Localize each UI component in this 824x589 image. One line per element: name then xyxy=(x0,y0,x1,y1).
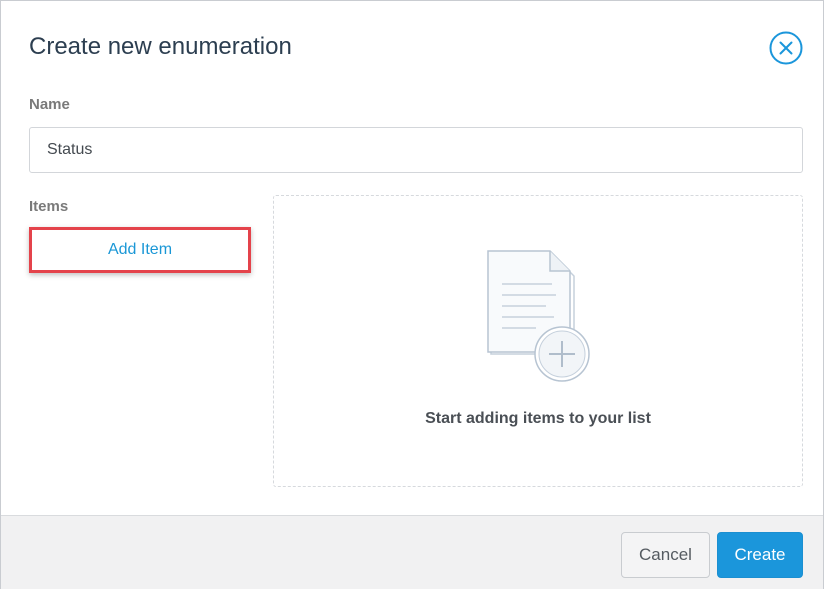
dialog-footer: Cancel Create xyxy=(1,515,823,589)
close-button[interactable] xyxy=(769,31,803,65)
dialog-title: Create new enumeration xyxy=(29,33,292,60)
create-button[interactable]: Create xyxy=(717,532,803,578)
cancel-button[interactable]: Cancel xyxy=(621,532,710,578)
name-label: Name xyxy=(29,96,70,113)
empty-state-message: Start adding items to your list xyxy=(425,410,651,427)
items-empty-state: Start adding items to your list xyxy=(273,195,803,487)
close-icon xyxy=(769,31,803,65)
add-item-button[interactable]: Add Item xyxy=(29,227,251,273)
items-label: Items xyxy=(29,198,69,215)
name-input[interactable] xyxy=(29,127,803,173)
document-add-icon xyxy=(487,250,590,382)
create-enumeration-dialog: Create new enumeration Name Items Add It… xyxy=(0,0,824,589)
